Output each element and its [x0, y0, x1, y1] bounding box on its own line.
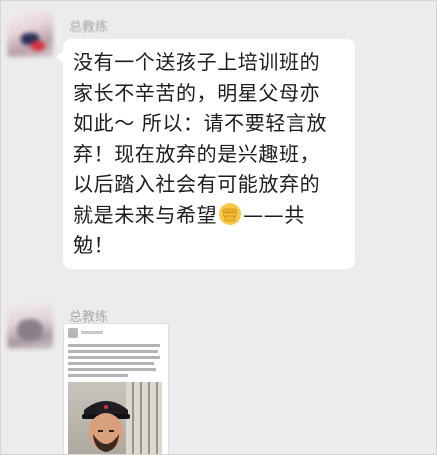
message-line: 弃！现在放弃的是兴趣班，: [73, 141, 321, 166]
shared-post-image[interactable]: [63, 323, 169, 454]
sender-avatar[interactable]: [7, 11, 53, 57]
person-photo-icon: [82, 401, 130, 452]
message-line: 就是未来与希望 ——共: [73, 200, 345, 231]
message-text: 就是未来与希望: [73, 202, 218, 227]
message-line: 以后踏入社会有可能放弃的: [73, 172, 321, 196]
sender-avatar[interactable]: [7, 303, 53, 349]
sender-name: 总教练: [69, 20, 109, 35]
post-photo: [68, 382, 162, 454]
post-header: [68, 328, 164, 340]
chat-window: 总教练 没有一个送孩子上培训班的 家长不辛苦的，明星父母亦 如此～ 所以：请不要…: [0, 0, 437, 455]
post-text: [68, 344, 160, 380]
message-text: ——共: [243, 202, 306, 227]
message-line: 勉！: [73, 233, 115, 257]
message-line: 如此～ 所以：请不要轻言放: [73, 111, 328, 135]
message-line: 家长不辛苦的，明星父母亦: [73, 80, 321, 105]
message-line: 没有一个送孩子上培训班的: [73, 50, 321, 74]
fist-emoji-icon: [219, 202, 242, 225]
message-bubble[interactable]: 没有一个送孩子上培训班的 家长不辛苦的，明星父母亦 如此～ 所以：请不要轻言放 …: [56, 39, 355, 269]
